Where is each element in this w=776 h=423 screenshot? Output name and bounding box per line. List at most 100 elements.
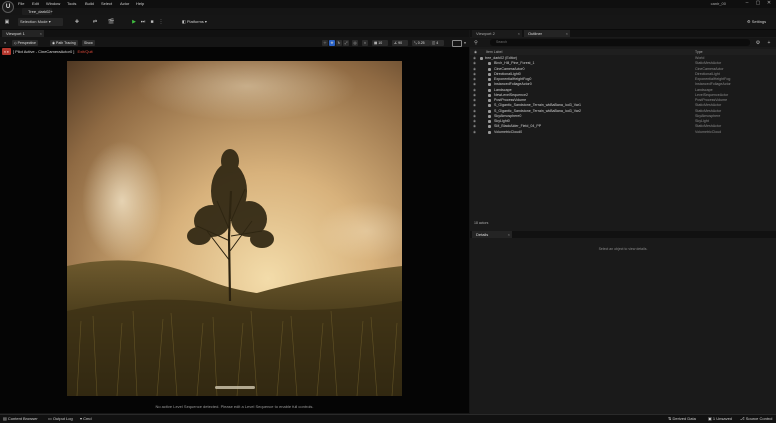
actor-type-icon	[488, 109, 491, 113]
close-tab-icon[interactable]: ×	[518, 30, 520, 37]
show-button[interactable]: Show	[82, 40, 95, 46]
cmd-label: Cmd	[83, 416, 92, 421]
menu-item-help[interactable]: Help	[136, 1, 144, 6]
grid-snap-value: 10	[378, 41, 383, 45]
outliner-column-header: ◉ Item Label Type	[470, 49, 776, 55]
derived-data-button[interactable]: ⇅ Derived Data	[668, 416, 696, 421]
unreal-logo-icon[interactable]: U	[2, 1, 14, 13]
camera-speed-value: 4	[436, 41, 439, 45]
close-tab-icon[interactable]: ×	[40, 30, 42, 37]
minimize-icon[interactable]: –	[742, 0, 752, 7]
pilot-icon[interactable]: ◐◑	[2, 48, 11, 55]
pilot-exit-button[interactable]: Exit/Quit	[78, 49, 93, 54]
close-tab-icon[interactable]: ×	[508, 231, 510, 238]
viewport-layout-icon[interactable]	[452, 40, 462, 47]
sequencer-icon[interactable]: 🎬	[108, 19, 114, 25]
viewport-options-icon[interactable]: ▾	[462, 40, 468, 46]
pilot-text: [ Pilot Active - CineCameraActor0 ]	[12, 49, 75, 54]
outliner-search-input[interactable]: Search	[490, 39, 750, 46]
actor-type-icon	[488, 62, 491, 66]
world-local-icon[interactable]: ◎	[352, 40, 358, 46]
visibility-eye-icon[interactable]: ◉	[473, 130, 476, 135]
viewport-menu-icon[interactable]: ≡	[2, 40, 8, 46]
rotation-snap-button[interactable]: ∠ 90	[392, 40, 408, 46]
selection-mode-dropdown[interactable]: Selection Mode ▾	[18, 18, 63, 26]
actor-type-icon	[488, 88, 491, 92]
menu-item-file[interactable]: File	[18, 1, 24, 6]
col-type[interactable]: Type	[695, 49, 703, 55]
output-log-button[interactable]: ▭ Output Log	[48, 416, 73, 421]
menu-item-tools[interactable]: Tools	[67, 1, 76, 6]
level-tab[interactable]: Tree_dark02+	[22, 8, 53, 15]
rotation-snap-value: 90	[398, 41, 403, 45]
perspective-label: Perspective	[17, 41, 36, 45]
menu-item-select[interactable]: Select	[101, 1, 112, 6]
source-control-label: Source Control	[745, 416, 773, 421]
mode-label: Selection Mode	[20, 19, 48, 24]
level-tab-label: Tree_dark02+	[28, 9, 53, 14]
select-mode-icon[interactable]: ⊹	[322, 40, 328, 46]
tab-outliner[interactable]: Outliner ×	[524, 30, 570, 37]
actor-type-icon	[488, 93, 491, 97]
grid-snap-button[interactable]: ▦ 10	[372, 40, 388, 46]
close-icon[interactable]: ✕	[764, 0, 774, 7]
settings-label: Settings	[751, 19, 767, 24]
surface-snap-icon[interactable]: ⌗	[362, 40, 368, 46]
outliner-row-type: VolumetricCloud	[695, 129, 722, 134]
actor-type-icon	[488, 72, 491, 76]
main-toolbar	[0, 15, 776, 30]
camera-speed-button[interactable]: ◫ 4	[430, 40, 444, 46]
settings-button[interactable]: ⚙ Settings	[745, 18, 773, 26]
cmd-button[interactable]: ▾ Cmd	[80, 416, 92, 421]
menu-item-actor[interactable]: Actor	[120, 1, 129, 6]
tab-viewport-1[interactable]: Viewport 1 ×	[2, 30, 44, 37]
actor-type-icon	[488, 120, 491, 123]
tab-viewport-2[interactable]: Viewport 2 ×	[472, 30, 522, 37]
filter-icon[interactable]: ⚲	[473, 40, 479, 46]
outliner-add-icon[interactable]: +	[766, 40, 772, 46]
actor-type-icon	[480, 57, 483, 60]
sequence-message: No active Level Sequence detected. Pleas…	[155, 404, 314, 409]
menu-item-window[interactable]: Window	[46, 1, 60, 6]
platforms-button[interactable]: ◧ Platforms ▾	[180, 18, 212, 26]
blueprint-icon[interactable]: ⇄	[92, 19, 98, 25]
tab-outliner-label: Outliner	[528, 31, 543, 36]
source-control-button[interactable]: ⎇ Source Control	[740, 416, 772, 421]
scale-icon[interactable]: ⤢	[343, 40, 349, 46]
outliner-row-label: VolumetricCloud0	[494, 129, 523, 134]
menu-item-build[interactable]: Build	[85, 1, 94, 6]
actor-type-icon	[488, 83, 491, 87]
path-tracing-button[interactable]: ◉ Path Tracing	[50, 40, 78, 46]
content-browser-button[interactable]: ▤ Content Browser	[3, 416, 38, 421]
add-content-icon[interactable]: ✚	[74, 19, 80, 25]
viewport-render-image	[67, 61, 402, 396]
details-tab-bar	[470, 231, 776, 238]
save-icon[interactable]: ▣	[4, 19, 10, 25]
translate-icon[interactable]: ✥	[329, 40, 335, 46]
col-item-label[interactable]: Item Label	[486, 49, 502, 55]
tab-details[interactable]: Details ×	[472, 231, 512, 238]
scale-snap-button[interactable]: ⤡ 0.25	[412, 40, 430, 46]
actor-type-icon	[488, 78, 491, 81]
actor-type-icon	[488, 125, 491, 129]
tab-details-label: Details	[476, 232, 489, 237]
details-empty-message: Select an object to view details.	[598, 247, 648, 251]
outliner-settings-icon[interactable]: ⚙	[755, 40, 761, 46]
outliner-row[interactable]: ◉ VolumetricCloud0 VolumetricCloud	[470, 130, 776, 135]
rotate-icon[interactable]: ↻	[336, 40, 342, 46]
play-icon[interactable]: ▶	[131, 19, 137, 25]
maximize-icon[interactable]: ▢	[753, 0, 763, 7]
show-label: Show	[84, 41, 93, 45]
step-icon[interactable]: ⏭	[140, 19, 146, 25]
close-tab-icon[interactable]: ×	[566, 30, 568, 37]
perspective-button[interactable]: ◇ Perspective	[12, 40, 38, 46]
actor-count: 18 actors	[474, 221, 489, 225]
stop-icon[interactable]: ■	[149, 19, 155, 25]
visibility-col-icon[interactable]: ◉	[474, 49, 477, 55]
more-play-options-icon[interactable]: ⋮	[158, 19, 164, 25]
pilot-bar: ◐◑[ Pilot Active - CineCameraActor0 ] Ex…	[2, 48, 93, 55]
actor-type-icon	[488, 67, 491, 71]
unsaved-button[interactable]: ▣ 1 Unsaved	[708, 416, 732, 421]
menu-item-edit[interactable]: Edit	[32, 1, 39, 6]
menu-bar	[0, 0, 776, 8]
